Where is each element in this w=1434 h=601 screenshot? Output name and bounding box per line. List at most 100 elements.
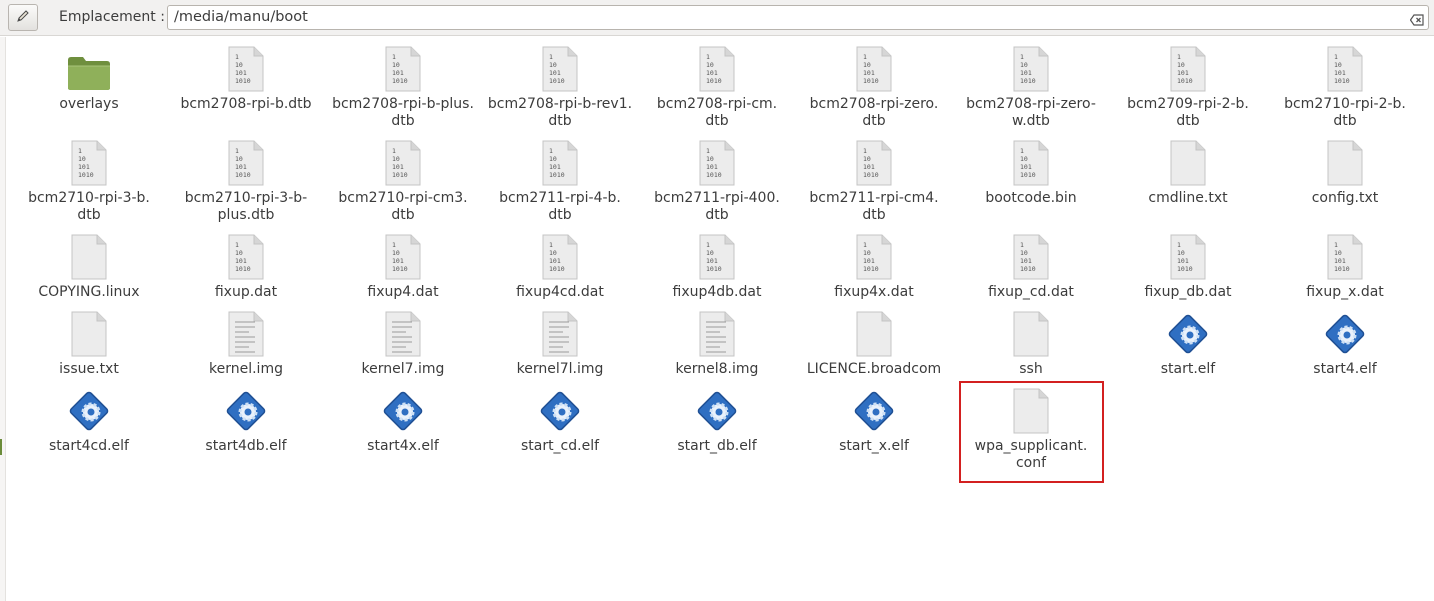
file-item[interactable]: 1 10 101 1010 fixup.dat	[168, 230, 324, 301]
svg-text:10: 10	[1334, 249, 1342, 257]
file-item[interactable]: kernel7l.img	[482, 307, 638, 378]
binary-file-icon: 1 10 101 1010	[1267, 230, 1423, 280]
file-item[interactable]: 1 10 101 1010 bcm2710-rpi-3-b- plus.dtb	[168, 136, 324, 224]
file-item[interactable]: 1 10 101 1010 bcm2708-rpi-b.dtb	[168, 42, 324, 113]
file-name: bcm2708-rpi-cm. dtb	[656, 96, 778, 129]
file-item[interactable]: start4db.elf	[168, 384, 324, 455]
svg-text:1010: 1010	[706, 171, 722, 179]
binary-file-icon: 1 10 101 1010	[953, 136, 1109, 186]
svg-text:1010: 1010	[1020, 265, 1036, 273]
file-item[interactable]: 1 10 101 1010 fixup_x.dat	[1267, 230, 1423, 301]
svg-text:10: 10	[1177, 61, 1185, 69]
file-item[interactable]: start4x.elf	[325, 384, 481, 455]
svg-text:101: 101	[1020, 257, 1032, 265]
file-item[interactable]: 1 10 101 1010 fixup4db.dat	[639, 230, 795, 301]
sidebar-edge[interactable]	[0, 37, 6, 601]
file-item[interactable]: 1 10 101 1010 fixup4.dat	[325, 230, 481, 301]
svg-text:1010: 1010	[392, 171, 408, 179]
file-name: bcm2709-rpi-2-b. dtb	[1127, 96, 1249, 129]
file-item[interactable]: 1 10 101 1010 bcm2708-rpi-b-plus. dtb	[325, 42, 481, 130]
file-item[interactable]: 1 10 101 1010 fixup4x.dat	[796, 230, 952, 301]
file-item[interactable]: start_cd.elf	[482, 384, 638, 455]
executable-icon	[11, 384, 167, 434]
file-name: bootcode.bin	[985, 190, 1077, 206]
file-item[interactable]: kernel7.img	[325, 307, 481, 378]
svg-text:101: 101	[863, 163, 875, 171]
svg-text:10: 10	[392, 249, 400, 257]
file-item[interactable]: start.elf	[1110, 307, 1266, 378]
file-item[interactable]: 1 10 101 1010 fixup_cd.dat	[953, 230, 1109, 301]
file-name: fixup_cd.dat	[988, 284, 1074, 300]
file-item[interactable]: 1 10 101 1010 bcm2709-rpi-2-b. dtb	[1110, 42, 1266, 130]
svg-text:1010: 1010	[549, 265, 565, 273]
file-name: kernel7l.img	[516, 361, 604, 377]
binary-file-icon: 1 10 101 1010	[953, 230, 1109, 280]
file-item[interactable]: start_db.elf	[639, 384, 795, 455]
svg-text:10: 10	[863, 249, 871, 257]
file-item[interactable]: COPYING.linux	[11, 230, 167, 301]
file-item[interactable]: 1 10 101 1010 bcm2710-rpi-cm3. dtb	[325, 136, 481, 224]
file-item[interactable]: 1 10 101 1010 fixup_db.dat	[1110, 230, 1266, 301]
clear-icon[interactable]	[1409, 11, 1424, 26]
binary-file-icon: 1 10 101 1010	[482, 230, 638, 280]
binary-file-icon: 1 10 101 1010	[325, 136, 481, 186]
file-item[interactable]: overlays	[11, 42, 167, 113]
file-item[interactable]: 1 10 101 1010 bcm2711-rpi-4-b. dtb	[482, 136, 638, 224]
svg-text:1: 1	[392, 241, 396, 249]
file-item[interactable]: 1 10 101 1010 bcm2708-rpi-cm. dtb	[639, 42, 795, 130]
file-name: kernel8.img	[675, 361, 759, 377]
file-item[interactable]: 1 10 101 1010 bcm2708-rpi-b-rev1. dtb	[482, 42, 638, 130]
svg-text:101: 101	[706, 163, 718, 171]
svg-text:1010: 1010	[235, 171, 251, 179]
file-item[interactable]: issue.txt	[11, 307, 167, 378]
file-name: start4.elf	[1313, 361, 1377, 377]
svg-text:10: 10	[549, 155, 557, 163]
location-input[interactable]: /media/manu/boot	[167, 5, 1429, 30]
file-name: bcm2708-rpi-b.dtb	[180, 96, 312, 112]
file-item[interactable]: cmdline.txt	[1110, 136, 1266, 207]
file-item[interactable]: 1 10 101 1010 bcm2710-rpi-3-b. dtb	[11, 136, 167, 224]
svg-text:101: 101	[235, 257, 247, 265]
file-item[interactable]: 1 10 101 1010 bootcode.bin	[953, 136, 1109, 207]
svg-text:1: 1	[235, 53, 239, 61]
svg-text:1: 1	[235, 241, 239, 249]
binary-file-icon: 1 10 101 1010	[168, 42, 324, 92]
svg-text:1: 1	[549, 53, 553, 61]
file-item[interactable]: kernel.img	[168, 307, 324, 378]
file-item[interactable]: 1 10 101 1010 bcm2708-rpi-zero- w.dtb	[953, 42, 1109, 130]
svg-text:101: 101	[863, 69, 875, 77]
text-file-icon	[168, 307, 324, 357]
svg-text:1: 1	[1020, 147, 1024, 155]
file-item[interactable]: start_x.elf	[796, 384, 952, 455]
executable-icon	[325, 384, 481, 434]
file-item[interactable]: 1 10 101 1010 bcm2708-rpi-zero. dtb	[796, 42, 952, 130]
highlight-box	[959, 381, 1104, 483]
file-item[interactable]: LICENCE.broadcom	[796, 307, 952, 378]
file-item[interactable]: kernel8.img	[639, 307, 795, 378]
svg-text:1010: 1010	[1334, 77, 1350, 85]
file-item[interactable]: config.txt	[1267, 136, 1423, 207]
svg-text:10: 10	[1334, 61, 1342, 69]
svg-text:101: 101	[549, 257, 561, 265]
svg-text:101: 101	[235, 69, 247, 77]
blank-file-icon	[796, 307, 952, 357]
svg-text:101: 101	[1020, 69, 1032, 77]
location-value: /media/manu/boot	[174, 9, 308, 25]
svg-text:1: 1	[1334, 53, 1338, 61]
file-item[interactable]: ssh	[953, 307, 1109, 378]
file-name: bcm2710-rpi-2-b. dtb	[1284, 96, 1406, 129]
file-item[interactable]: 1 10 101 1010 bcm2711-rpi-cm4. dtb	[796, 136, 952, 224]
edit-location-button[interactable]	[8, 4, 38, 31]
svg-text:1010: 1010	[863, 265, 879, 273]
svg-text:1: 1	[78, 147, 82, 155]
file-item[interactable]: 1 10 101 1010 bcm2711-rpi-400. dtb	[639, 136, 795, 224]
file-item[interactable]: 1 10 101 1010 bcm2710-rpi-2-b. dtb	[1267, 42, 1423, 130]
executable-icon	[1267, 307, 1423, 357]
svg-text:1010: 1010	[1020, 77, 1036, 85]
svg-text:101: 101	[1177, 257, 1189, 265]
file-item[interactable]: start4cd.elf	[11, 384, 167, 455]
file-item[interactable]: start4.elf	[1267, 307, 1423, 378]
file-name: bcm2708-rpi-zero. dtb	[809, 96, 939, 129]
svg-text:1010: 1010	[863, 171, 879, 179]
file-item[interactable]: 1 10 101 1010 fixup4cd.dat	[482, 230, 638, 301]
